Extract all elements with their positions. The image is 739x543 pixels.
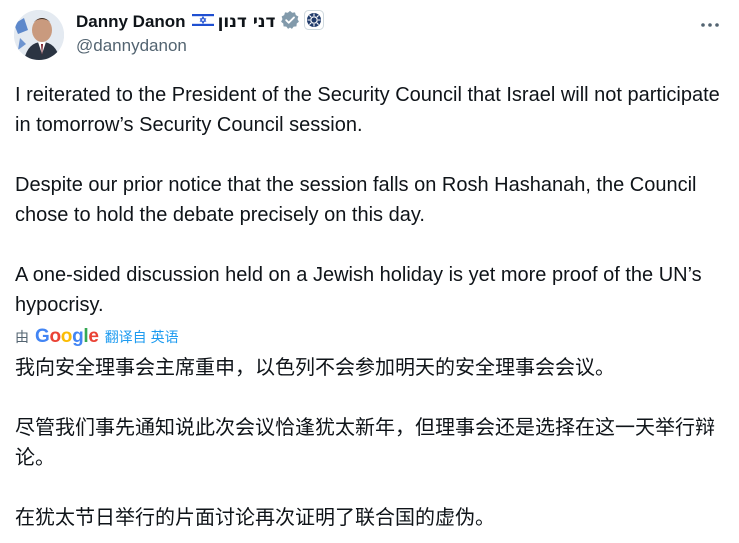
display-name[interactable]: Danny Danon (76, 12, 186, 32)
more-icon[interactable] (697, 12, 723, 38)
avatar[interactable] (14, 10, 64, 60)
verified-badge-icon[interactable] (280, 10, 300, 35)
translated-paragraph: 我向安全理事会主席重申，以色列不会参加明天的安全理事会会议。 (15, 355, 615, 379)
author-info: Danny Danon דני דנון @dannydanon (76, 9, 324, 56)
tweet-paragraph: I reiterated to the President of the Sec… (15, 84, 720, 136)
tweet-text: I reiterated to the President of the Sec… (15, 80, 725, 320)
hebrew-name[interactable]: דני דנון (218, 12, 276, 32)
translated-paragraph: 尽管我们事先通知说此次会议恰逢犹太新年，但理事会还是选择在这一天举行辩论。 (15, 415, 715, 469)
translated-text: 我向安全理事会主席重申，以色列不会参加明天的安全理事会会议。 尽管我们事先通知说… (15, 352, 725, 532)
affiliate-badge-icon[interactable] (303, 9, 324, 35)
translated-from-link[interactable]: 翻译自 英语 (105, 327, 179, 347)
name-row: Danny Danon דני דנון (76, 9, 324, 35)
translated-paragraph: 在犹太节日举行的片面讨论再次证明了联合国的虚伪。 (15, 505, 495, 529)
tweet-paragraph: Despite our prior notice that the sessio… (15, 174, 697, 226)
tweet-header: Danny Danon דני דנון @dannydanon (14, 9, 725, 62)
translated-by-label: 由 (15, 329, 29, 345)
translation-attribution: 由 Google 翻译自 英语 (15, 326, 179, 348)
israel-flag-icon (191, 11, 214, 33)
tweet-card: Danny Danon דני דנון @dannydanon I reite… (0, 0, 739, 543)
tweet-paragraph: A one-sided discussion held on a Jewish … (15, 264, 702, 316)
author-handle[interactable]: @dannydanon (76, 36, 324, 56)
google-logo: Google (35, 326, 99, 347)
